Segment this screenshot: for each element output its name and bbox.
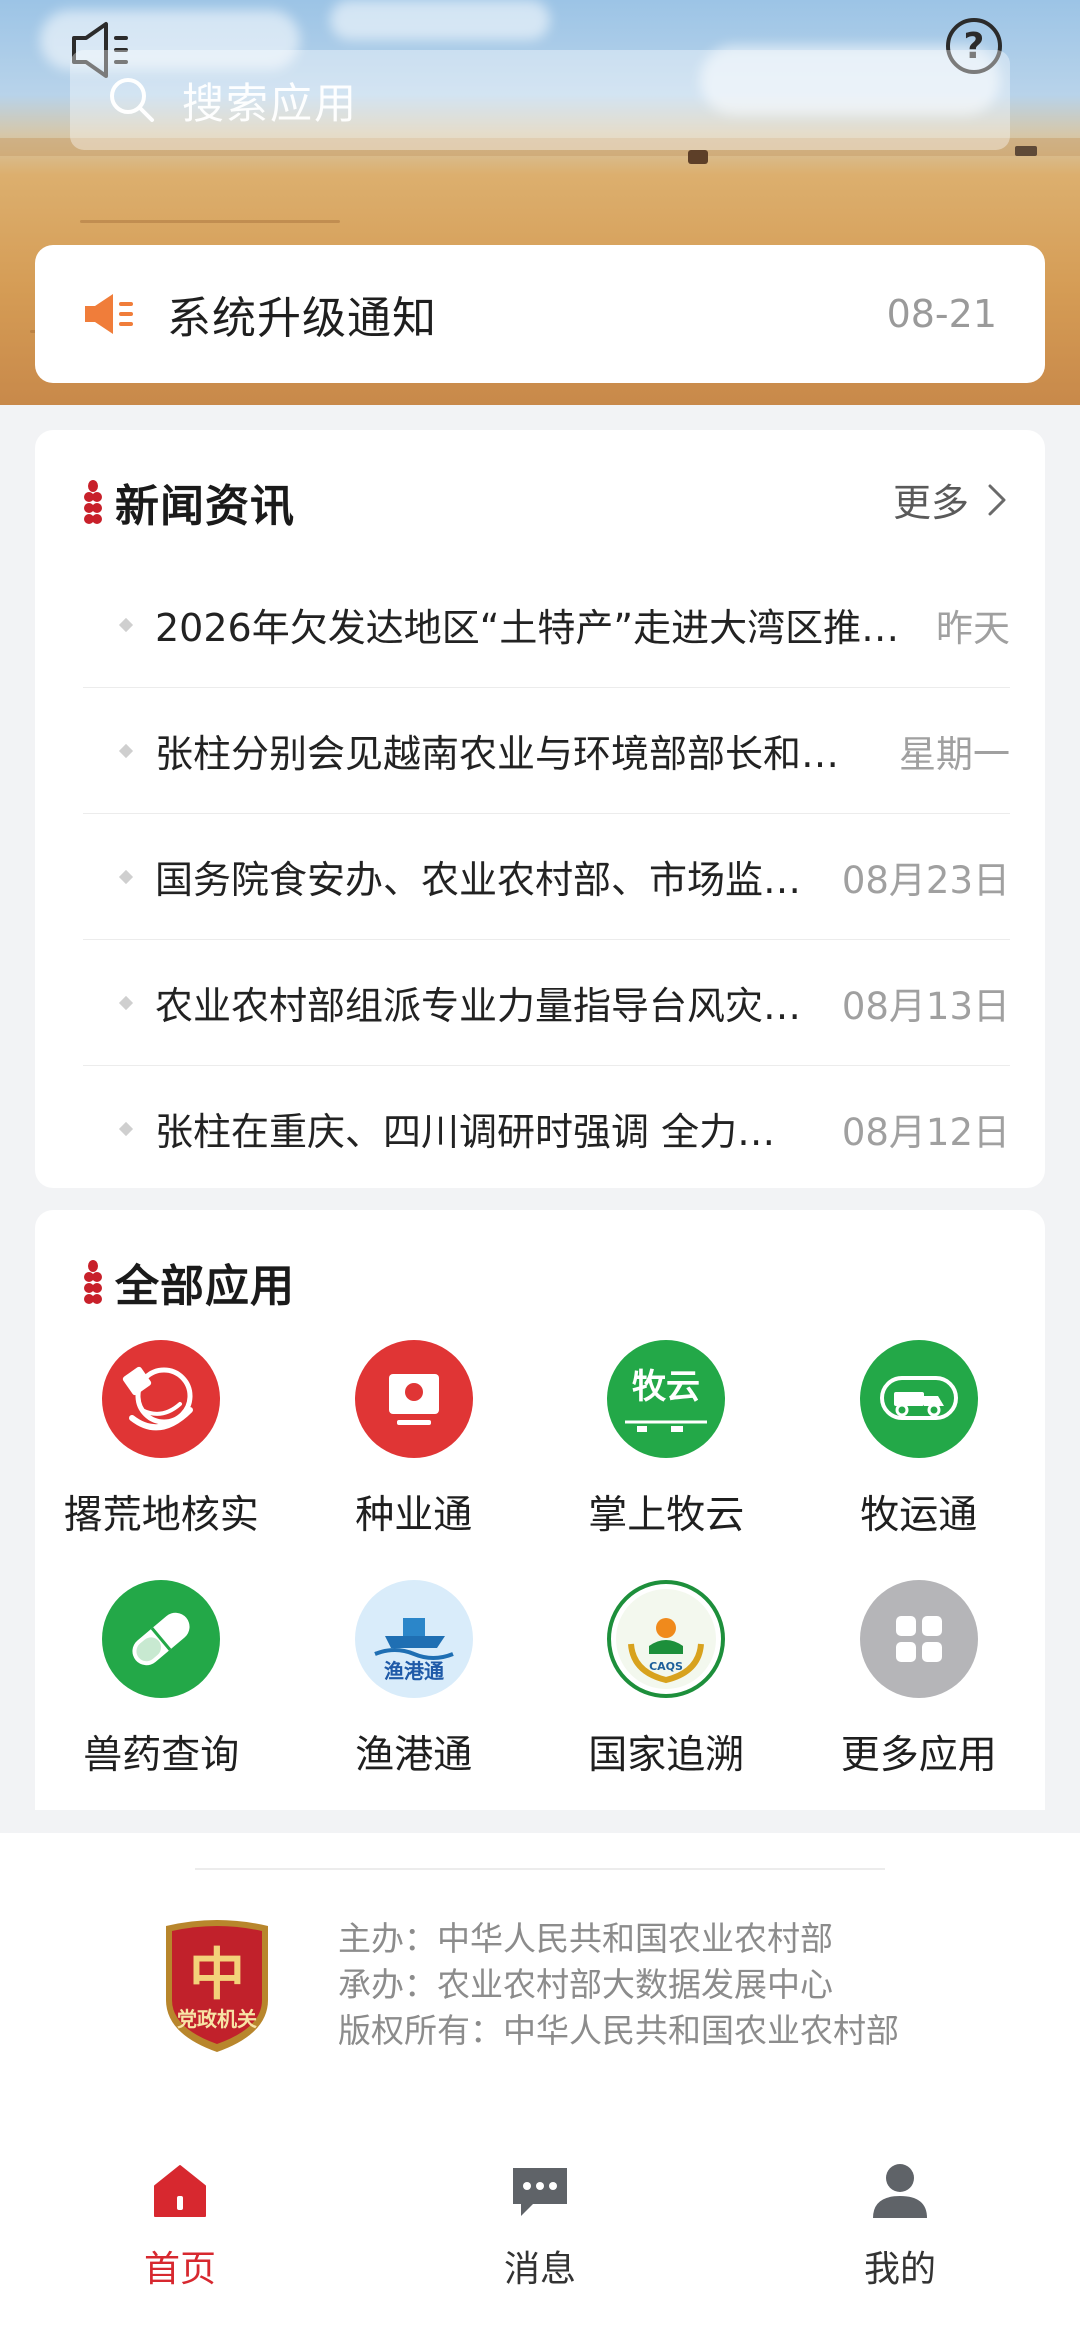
tab-label: 消息 [503,2249,576,2290]
vehicle-image [1015,146,1037,156]
livestock-truck-icon [859,1340,978,1458]
app-label: 国家追溯 [588,1733,745,1778]
tab-profile[interactable]: 我的 [810,2160,990,2292]
app-vet-drug-query[interactable]: 兽药查询 [35,1580,288,1780]
bullet-icon [118,1121,134,1136]
user-icon [873,2164,927,2218]
app-fishing-port[interactable]: 渔港通 渔港通 [288,1580,541,1780]
news-headline: 2026年欠发达地区“土特产”走进大湾区推介活动举办 [155,606,906,650]
news-headline: 张柱在重庆、四川调研时强调 全力抓好秋粮生产 [155,1110,812,1154]
app-wasteland-verify[interactable]: 撂荒地核实 [35,1340,288,1540]
footer-organizer: 承办：农业农村部大数据发展中心 [338,1965,833,2004]
news-time: 昨天 [936,606,1010,650]
notice-date: 08-21 [886,292,997,336]
more-label: 更多 [892,481,969,525]
app-label: 更多应用 [840,1733,997,1778]
news-time: 08月23日 [841,858,1010,902]
system-notice-bar[interactable]: 系统升级通知 08-21 [35,245,1045,383]
footer: 中 党政机关 主办：中华人民共和国农业农村部 承办：农业农村部大数据发展中心 版… [0,1833,1080,2165]
pill-icon [102,1580,221,1698]
news-headline: 农业农村部组派专业力量指导台风灾后农业生产恢复 [155,984,812,1028]
divider [195,1868,885,1870]
news-time: 08月12日 [841,1110,1010,1154]
fishing-port-icon: 渔港通 [354,1580,473,1698]
footer-sponsor: 主办：中华人民共和国农业农村部 [338,1919,833,1958]
news-headline: 国务院食安办、农业农村部、市场监管总局联合部署 [155,858,812,902]
news-item[interactable]: 张柱在重庆、四川调研时强调 全力抓好秋粮生产 08月12日 [83,1066,1010,1191]
bullet-icon [118,743,134,758]
news-headline: 张柱分别会见越南农业与环境部部长和老挝农林部部长 [155,732,869,776]
muyun-icon-text: 牧云 [632,1367,700,1407]
bullet-icon [118,869,134,884]
news-item[interactable]: 国务院食安办、农业农村部、市场监管总局联合部署 08月23日 [83,814,1010,940]
chevron-right-icon [988,484,1006,515]
app-seed-industry[interactable]: 种业通 [288,1340,541,1540]
news-card: 新闻资讯 更多 2026年欠发达地区“土特产”走进大湾区推介活动举办 昨天 张柱… [35,430,1045,1188]
apps-card: 全部应用 撂荒地核实 种业通 牧云 掌上牧云 牧运通 兽药查询 渔港通 渔港通 … [35,1210,1045,1810]
apps-section-title: 全部应用 [115,1261,295,1312]
search-placeholder: 搜索应用 [182,78,359,128]
app-label: 撂荒地核实 [63,1493,259,1538]
app-muyun[interactable]: 牧云 掌上牧云 [540,1340,793,1540]
app-label: 种业通 [355,1493,473,1538]
tractor-image [688,150,708,164]
news-item[interactable]: 张柱分别会见越南农业与环境部部长和老挝农林部部长 星期一 [83,688,1010,814]
bullet-icon [118,617,134,632]
tab-label: 首页 [143,2249,216,2290]
fishing-port-icon-text: 渔港通 [384,1659,444,1683]
wheat-icon [84,1260,102,1304]
app-more-apps[interactable]: 更多应用 [793,1580,1046,1780]
news-time: 08月13日 [841,984,1010,1028]
footer-copyright: 版权所有：中华人民共和国农业农村部 [338,2011,899,2050]
muyun-icon: 牧云 [607,1340,726,1458]
message-icon [513,2168,567,2216]
news-list: 2026年欠发达地区“土特产”走进大湾区推介活动举办 昨天 张柱分别会见越南农业… [83,562,1010,1191]
search-icon [110,78,154,122]
bullet-icon [118,995,134,1010]
app-national-traceability[interactable]: CAQS 国家追溯 [540,1580,793,1780]
news-item[interactable]: 农业农村部组派专业力量指导台风灾后农业生产恢复 08月13日 [83,940,1010,1066]
tab-home[interactable]: 首页 [90,2160,270,2292]
app-label: 兽药查询 [83,1733,240,1778]
bottom-tab-bar: 首页 消息 我的 [0,2140,1080,2330]
news-section-title: 新闻资讯 [115,481,295,532]
app-livestock-transport[interactable]: 牧运通 [793,1340,1046,1540]
app-label: 渔港通 [355,1733,473,1778]
svg-text:中: 中 [189,1942,245,2008]
news-time: 星期一 [899,732,1010,776]
news-more-link[interactable]: 更多 [893,472,1007,527]
tab-messages[interactable]: 消息 [450,2160,630,2292]
app-label: 掌上牧云 [588,1493,745,1538]
apps-grid: 撂荒地核实 种业通 牧云 掌上牧云 牧运通 兽药查询 渔港通 渔港通 CAQS … [35,1340,1045,1780]
announcement-icon [85,294,133,334]
caqs-icon-text: CAQS [649,1660,683,1673]
caqs-emblem-icon: CAQS [607,1580,726,1698]
more-apps-icon [859,1580,978,1698]
tab-label: 我的 [863,2249,936,2290]
home-icon [154,2165,206,2217]
notice-title: 系统升级通知 [167,293,437,344]
party-gov-badge-icon: 中 党政机关 [166,1920,268,2052]
badge-text: 党政机关 [177,2007,257,2031]
seed-screen-icon [354,1340,473,1458]
search-input[interactable]: 搜索应用 [70,50,1010,150]
app-label: 牧运通 [860,1493,978,1538]
wheat-icon [84,480,102,524]
footer-info: 主办：中华人民共和国农业农村部 承办：农业农村部大数据发展中心 版权所有：中华人… [338,1916,899,2054]
satellite-land-icon [102,1340,221,1458]
news-item[interactable]: 2026年欠发达地区“土特产”走进大湾区推介活动举办 昨天 [83,562,1010,688]
